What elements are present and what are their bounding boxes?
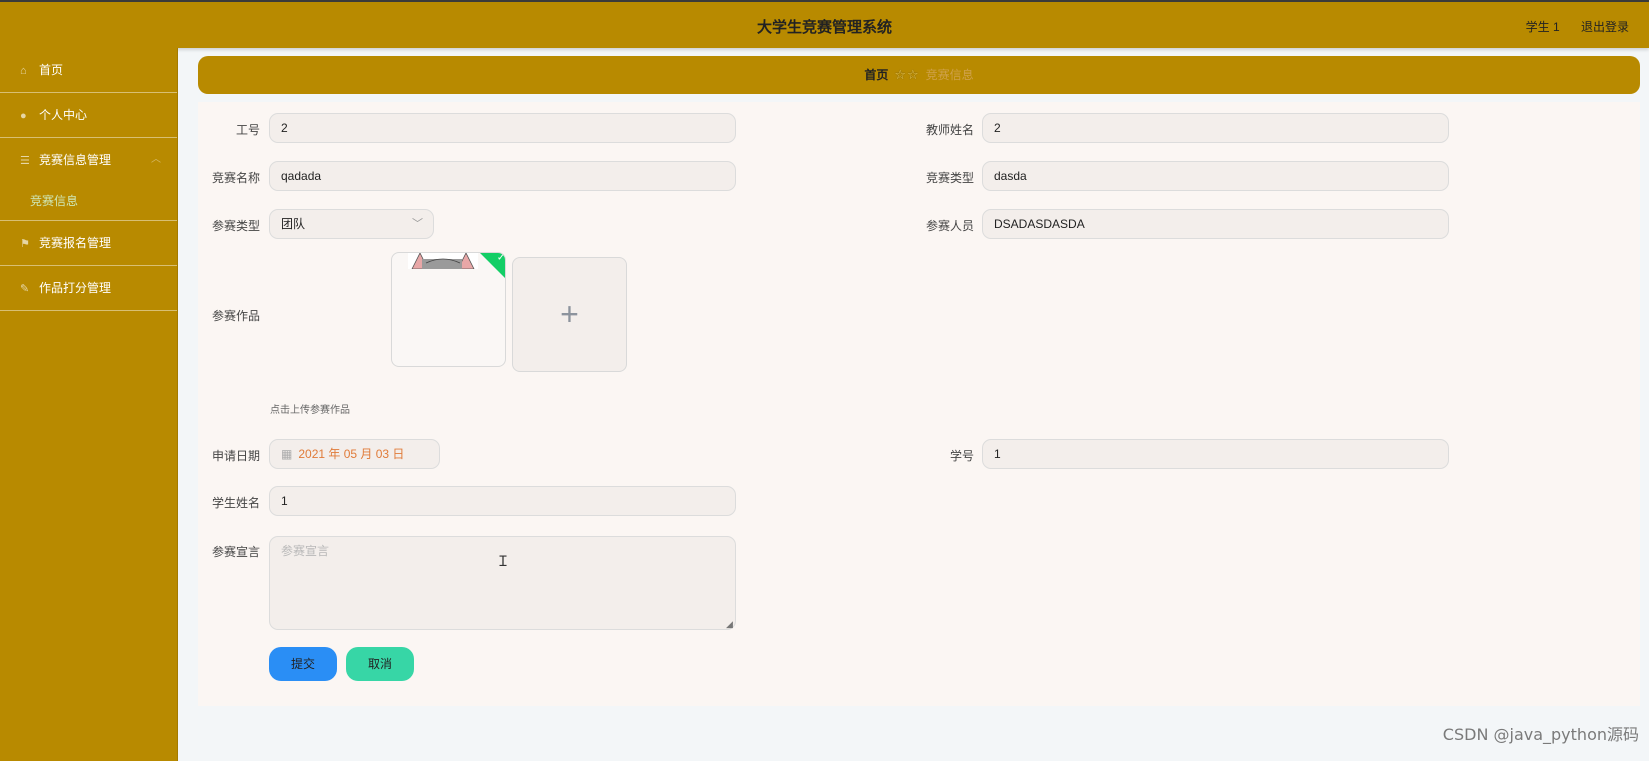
sidebar-item-home[interactable]: ⌂ 首页 xyxy=(0,48,177,93)
breadcrumb: 首页 ☆☆ 竞赛信息 xyxy=(198,56,1640,94)
submit-button[interactable]: 提交 xyxy=(269,647,337,681)
job-no-label: 工号 xyxy=(235,123,260,137)
sidebar-item-contest-info-management[interactable]: ☰ 竞赛信息管理 ︿ xyxy=(0,138,177,182)
resize-grip-icon[interactable]: ◢ xyxy=(726,620,734,629)
header-actions: 学生 1 退出登录 xyxy=(1508,18,1629,35)
chevron-up-icon: ︿ xyxy=(151,154,161,165)
logout-link[interactable]: 退出登录 xyxy=(1581,20,1629,34)
sidebar-item-label: 个人中心 xyxy=(39,108,88,122)
participation-type-select[interactable]: 团队 ﹀ xyxy=(269,209,434,239)
sidebar-item-label: 首页 xyxy=(39,63,64,77)
current-user[interactable]: 学生 1 xyxy=(1526,20,1560,34)
contest-type-label: 竞赛类型 xyxy=(925,171,974,185)
upload-tip: 点击上传参赛作品 xyxy=(270,405,350,416)
calendar-icon: ▦ xyxy=(281,447,293,461)
plus-icon: + xyxy=(560,296,579,332)
home-icon: ⌂ xyxy=(20,65,27,77)
breadcrumb-current: 竞赛信息 xyxy=(925,68,974,82)
contest-type-field[interactable]: dasda xyxy=(982,161,1449,191)
text-cursor-icon: Ｉ xyxy=(496,554,510,570)
sidebar-item-scoring-management[interactable]: ✎ 作品打分管理 xyxy=(0,266,177,311)
watermark: CSDN @java_python源码 xyxy=(1442,725,1639,744)
participation-type-value: 团队 xyxy=(281,217,306,231)
job-no-field[interactable]: 2 xyxy=(269,113,736,143)
student-no-label: 学号 xyxy=(949,449,974,463)
chevron-down-icon: ﹀ xyxy=(412,218,423,230)
upload-success-badge: ✓ xyxy=(479,252,506,281)
apply-date-picker[interactable]: ▦ 2021 年 05 月 03 日 xyxy=(269,439,440,469)
top-header: 大学生竞赛管理系统 学生 1 退出登录 xyxy=(0,0,1649,48)
sidebar-item-personal-center[interactable]: ● 个人中心 xyxy=(0,93,177,138)
list-icon: ☰ xyxy=(20,155,30,167)
cancel-button[interactable]: 取消 xyxy=(346,647,414,681)
participants-field[interactable]: DSADASDASDA xyxy=(982,209,1449,239)
sidebar-item-label: 竞赛报名管理 xyxy=(39,236,112,250)
sidebar-item-label: 竞赛信息管理 xyxy=(39,153,112,167)
breadcrumb-home[interactable]: 首页 xyxy=(864,68,888,82)
apply-date-label: 申请日期 xyxy=(211,449,260,463)
app-title: 大学生竞赛管理系统 xyxy=(756,19,892,36)
sidebar: ⌂ 首页 ● 个人中心 ☰ 竞赛信息管理 ︿ 竞赛信息 ⚑ 竞赛报名管理 ✎ 作品打分管理 xyxy=(0,48,178,761)
contest-name-label: 竞赛名称 xyxy=(211,171,260,185)
star-separator-icon: ☆☆ xyxy=(894,67,920,82)
sidebar-item-registration-management[interactable]: ⚑ 竞赛报名管理 xyxy=(0,221,177,266)
uploaded-work-card[interactable]: ✓ xyxy=(391,252,506,367)
works-label: 参赛作品 xyxy=(211,309,260,323)
sidebar-item-label: 作品打分管理 xyxy=(39,281,112,295)
edit-icon: ✎ xyxy=(20,283,30,295)
sidebar-subitem-contest-info[interactable]: 竞赛信息 xyxy=(0,182,177,221)
uploaded-image-thumbnail xyxy=(408,253,478,269)
student-name-field[interactable]: 1 xyxy=(269,486,736,516)
participation-type-label: 参赛类型 xyxy=(211,219,260,233)
contest-name-field[interactable]: qadada xyxy=(269,161,736,191)
apply-date-value: 2021 年 05 月 03 日 xyxy=(298,447,405,461)
teacher-name-field[interactable]: 2 xyxy=(982,113,1449,143)
participants-label: 参赛人员 xyxy=(925,219,974,233)
student-no-field[interactable]: 1 xyxy=(982,439,1449,469)
user-icon: ● xyxy=(20,110,27,122)
flag-icon: ⚑ xyxy=(20,238,30,250)
check-icon: ✓ xyxy=(496,252,506,264)
declaration-label: 参赛宣言 xyxy=(211,545,260,559)
upload-add-button[interactable]: + xyxy=(512,257,627,372)
teacher-name-label: 教师姓名 xyxy=(925,123,974,137)
student-name-label: 学生姓名 xyxy=(211,496,260,510)
